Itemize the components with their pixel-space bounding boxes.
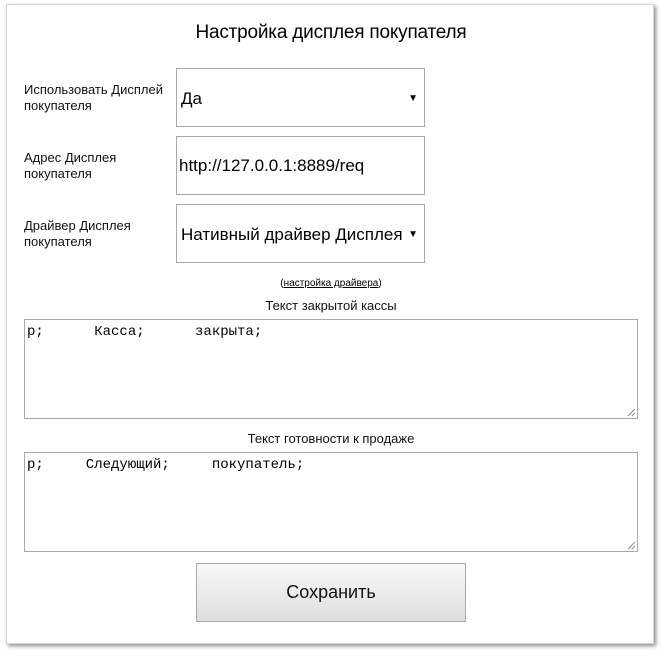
driver-settings-link[interactable]: настройка драйвера xyxy=(284,278,379,289)
display-driver-select[interactable]: Нативный драйвер Дисплея ▼ xyxy=(176,204,425,263)
ready-text-box[interactable]: р; Следующий; покупатель; xyxy=(24,452,638,552)
resize-grip-icon[interactable] xyxy=(626,540,636,550)
display-driver-label: Драйвер Дисплея покупателя xyxy=(24,218,131,249)
closed-text-input[interactable]: р; Касса; закрыта; xyxy=(25,320,637,418)
use-display-value: Да xyxy=(181,89,202,108)
display-driver-value: Нативный драйвер Дисплея xyxy=(181,225,403,244)
display-address-field[interactable] xyxy=(176,136,425,195)
ready-text-label: Текст готовности к продаже xyxy=(247,431,415,446)
resize-grip-icon[interactable] xyxy=(626,407,636,417)
save-button[interactable]: Сохранить xyxy=(196,563,466,622)
driver-settings-line: (настройка драйвера) xyxy=(0,278,662,289)
paren-close: ) xyxy=(378,278,382,289)
display-address-input[interactable] xyxy=(178,137,421,194)
closed-text-box[interactable]: р; Касса; закрыта; xyxy=(24,319,638,419)
page-title: Настройка дисплея покупателя xyxy=(195,22,467,43)
display-address-label: Адрес Дисплея покупателя xyxy=(24,150,117,181)
dropdown-arrow-icon: ▼ xyxy=(408,229,418,240)
closed-text-label: Текст закрытой кассы xyxy=(265,298,397,313)
use-display-label: Использовать Дисплей покупателя xyxy=(24,82,163,113)
dropdown-arrow-icon: ▼ xyxy=(408,93,418,104)
use-display-select[interactable]: Да ▼ xyxy=(176,68,425,127)
ready-text-input[interactable]: р; Следующий; покупатель; xyxy=(25,453,637,551)
